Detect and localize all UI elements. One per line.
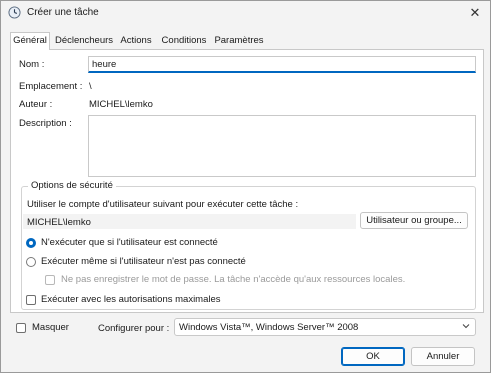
security-group-title: Options de sécurité bbox=[28, 180, 116, 191]
general-panel: Nom : heure Emplacement : \ Auteur : MIC… bbox=[10, 49, 484, 313]
name-input[interactable]: heure bbox=[88, 56, 476, 73]
location-label: Emplacement : bbox=[19, 81, 83, 92]
title-bar: Créer une tâche ✕ bbox=[1, 1, 490, 25]
run-logged-on-label: N'exécuter que si l'utilisateur est conn… bbox=[41, 237, 218, 248]
highest-privileges-label: Exécuter avec les autorisations maximale… bbox=[41, 294, 221, 305]
name-label: Nom : bbox=[19, 59, 45, 70]
cancel-button[interactable]: Annuler bbox=[411, 347, 475, 366]
chevron-down-icon bbox=[462, 322, 470, 332]
hidden-checkbox[interactable] bbox=[16, 323, 26, 333]
close-icon: ✕ bbox=[469, 5, 481, 20]
configure-for-select[interactable]: Windows Vista™, Windows Server™ 2008 bbox=[174, 318, 476, 336]
run-as-account: MICHEL\lemko bbox=[23, 214, 356, 229]
configure-for-value: Windows Vista™, Windows Server™ 2008 bbox=[179, 322, 359, 333]
run-always-label: Exécuter même si l'utilisateur n'est pas… bbox=[41, 256, 246, 267]
window-title: Créer une tâche bbox=[27, 7, 99, 18]
change-user-button[interactable]: Utilisateur ou groupe... bbox=[360, 212, 468, 229]
no-store-password-checkbox[interactable] bbox=[45, 275, 55, 285]
close-button[interactable]: ✕ bbox=[460, 1, 490, 25]
create-task-dialog: Créer une tâche ✕ Général Déclencheurs A… bbox=[0, 0, 491, 373]
run-always-radio[interactable] bbox=[26, 257, 36, 267]
account-prompt: Utiliser le compte d'utilisateur suivant… bbox=[27, 199, 299, 210]
tab-general[interactable]: Général bbox=[10, 32, 50, 50]
task-scheduler-clock-icon bbox=[8, 6, 21, 19]
tab-settings[interactable]: Paramètres bbox=[212, 34, 266, 49]
author-label: Auteur : bbox=[19, 99, 53, 110]
author-value: MICHEL\lemko bbox=[89, 99, 153, 110]
location-value: \ bbox=[89, 81, 92, 92]
no-store-password-label: Ne pas enregistrer le mot de passe. La t… bbox=[61, 274, 406, 285]
description-label: Description : bbox=[19, 118, 72, 129]
tab-triggers[interactable]: Déclencheurs bbox=[53, 34, 115, 49]
security-options-group: Options de sécurité Utiliser le compte d… bbox=[21, 180, 476, 310]
run-logged-on-radio[interactable] bbox=[26, 238, 36, 248]
hidden-label: Masquer bbox=[32, 322, 69, 333]
description-input[interactable] bbox=[88, 115, 476, 177]
highest-privileges-checkbox[interactable] bbox=[26, 295, 36, 305]
tab-actions[interactable]: Actions bbox=[117, 34, 155, 49]
ok-button[interactable]: OK bbox=[341, 347, 405, 366]
configure-label: Configurer pour : bbox=[98, 323, 170, 334]
tab-conditions[interactable]: Conditions bbox=[158, 34, 210, 49]
